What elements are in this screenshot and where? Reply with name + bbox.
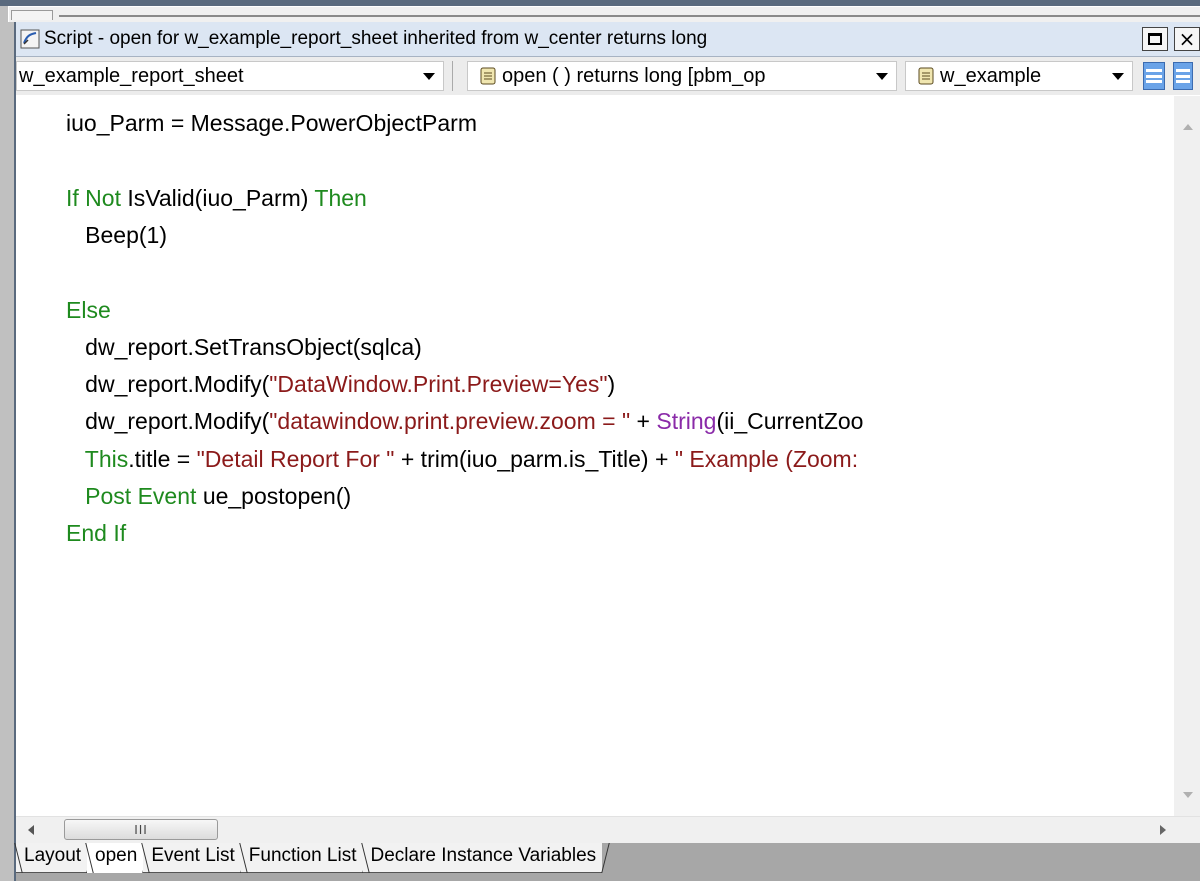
code-token: ue_postopen() <box>202 483 352 509</box>
code-line: Else <box>66 297 111 331</box>
code-token: Post <box>85 483 138 509</box>
code-line: dw_report.Modify("DataWindow.Print.Previ… <box>66 371 615 405</box>
script-icon <box>918 67 934 85</box>
code-token: " Example (Zoom: <box>674 445 859 472</box>
code-line: If Not IsValid(iuo_Parm) Then <box>66 185 367 219</box>
script-icon <box>480 67 496 85</box>
code-line: Beep(1) <box>66 222 167 256</box>
tab-function-list[interactable]: Function List <box>240 843 363 873</box>
code-token: "datawindow.print.preview.zoom = " <box>269 408 631 435</box>
code-token: String <box>656 408 717 435</box>
close-button[interactable]: × <box>1174 27 1200 51</box>
horizontal-scrollbar[interactable]: III <box>16 816 1200 843</box>
event-select[interactable]: open ( ) returns long [pbm_op <box>467 61 897 91</box>
code-token: .title = <box>128 445 197 472</box>
split-pane-icon[interactable] <box>1143 62 1165 90</box>
code-token: "DataWindow.Print.Preview=Yes" <box>269 371 608 398</box>
code-token: (ii_CurrentZoo <box>716 408 864 435</box>
scroll-up-icon[interactable] <box>1183 124 1193 130</box>
title-bar: Script - open for w_example_report_sheet… <box>16 22 1200 57</box>
code-token: + trim(iuo_parm.is_Title) + <box>394 445 675 472</box>
code-line: iuo_Parm = Message.PowerObjectParm <box>66 110 477 144</box>
split-pane-alt-icon[interactable] <box>1173 62 1193 90</box>
event-select-value: open ( ) returns long [pbm_op <box>502 64 766 87</box>
code-token: IsValid(iuo_Parm) <box>127 184 315 211</box>
ancestor-select[interactable]: w_example <box>905 61 1133 91</box>
code-token: Event <box>137 483 203 509</box>
code-token: Beep(1) <box>66 221 167 248</box>
code-line: Post Event ue_postopen() <box>66 483 351 517</box>
window-controls: × <box>1142 27 1200 51</box>
code-token: If <box>66 184 86 211</box>
vertical-scrollbar[interactable] <box>1174 96 1200 816</box>
code-token: iuo_Parm = Message.PowerObjectParm <box>66 110 477 136</box>
object-select[interactable]: w_example_report_sheet <box>16 61 444 91</box>
code-token: dw_report.Modify( <box>66 408 270 435</box>
script-window: Script - open for w_example_report_sheet… <box>14 22 1200 881</box>
tab-strip: Layout open Event List Function List Declare… <box>16 843 603 879</box>
view-tabs: Layout open Event List Function List Declare… <box>16 843 1200 881</box>
code-token: This <box>84 445 129 472</box>
code-token: Then <box>314 184 367 211</box>
tab-open[interactable]: open <box>87 843 144 873</box>
scroll-right-icon[interactable] <box>1160 825 1166 835</box>
object-select-value: w_example_report_sheet <box>19 64 244 87</box>
script-toolbar: w_example_report_sheet open ( ) returns … <box>16 57 1200 95</box>
scroll-left-icon[interactable] <box>28 825 34 835</box>
code-line: dw_report.Modify("datawindow.print.previ… <box>66 408 863 442</box>
window-title: Script - open for w_example_report_sheet… <box>44 28 708 49</box>
code-token: "Detail Report For " <box>196 445 395 472</box>
ancestor-select-value: w_example <box>940 64 1042 87</box>
code-token: Not <box>85 184 128 211</box>
code-token: Else <box>66 296 111 323</box>
code-line: dw_report.SetTransObject(sqlca) <box>66 334 422 368</box>
script-window-icon <box>20 29 40 49</box>
code-line: This.title = "Detail Report For " + trim… <box>66 446 858 480</box>
toolbar-separator <box>452 61 453 91</box>
chevron-down-icon <box>876 73 888 80</box>
code-token: dw_report.SetTransObject(sqlca) <box>66 333 422 360</box>
restore-button[interactable] <box>1142 27 1168 51</box>
tab-declare-instance-variables[interactable]: Declare Instance Variables <box>362 843 603 873</box>
code-token: ) <box>607 371 616 398</box>
chevron-down-icon <box>1112 73 1124 80</box>
chevron-down-icon <box>423 73 435 80</box>
code-editor[interactable]: iuo_Parm = Message.PowerObjectParm If Not… <box>16 96 1176 816</box>
code-token: dw_report.Modify( <box>66 371 270 398</box>
scroll-grip: III <box>134 822 148 837</box>
scroll-down-icon[interactable] <box>1183 792 1193 798</box>
outer-tab-strip <box>8 6 1200 22</box>
code-line: End If <box>66 520 126 554</box>
code-token: End If <box>66 520 127 547</box>
tab-event-list[interactable]: Event List <box>143 843 241 873</box>
tab-layout[interactable]: Layout <box>16 843 88 873</box>
scroll-thumb[interactable]: III <box>64 819 218 840</box>
code-token: + <box>630 408 657 435</box>
